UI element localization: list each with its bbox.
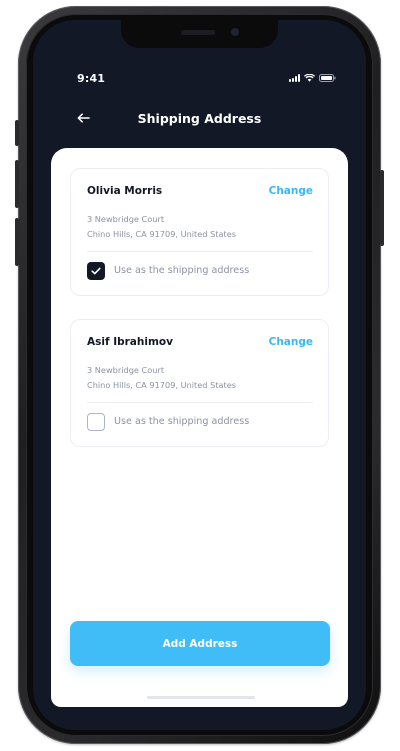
add-address-button[interactable]: Add Address xyxy=(70,621,330,666)
shipping-address-checkbox[interactable] xyxy=(87,413,105,431)
change-address-link[interactable]: Change xyxy=(269,185,313,197)
cellular-signal-icon xyxy=(289,74,300,82)
home-indicator xyxy=(147,696,255,699)
recipient-name: Asif Ibrahimov xyxy=(87,336,173,348)
status-time: 9:41 xyxy=(77,72,106,85)
checkmark-icon xyxy=(91,267,101,275)
checkbox-label: Use as the shipping address xyxy=(114,265,250,276)
change-address-link[interactable]: Change xyxy=(269,336,313,348)
notch xyxy=(121,20,278,48)
page-title: Shipping Address xyxy=(137,111,262,126)
recipient-name: Olivia Morris xyxy=(87,185,163,197)
address-card: Olivia Morris Change 3 Newbridge Court C… xyxy=(70,168,329,296)
card-divider xyxy=(87,402,313,403)
screen: 9:41 Shipping Address Olivia Morris Chan… xyxy=(33,20,366,730)
address-sheet: Olivia Morris Change 3 Newbridge Court C… xyxy=(51,148,348,707)
power-button xyxy=(380,170,384,246)
speaker-grille xyxy=(181,30,215,35)
card-divider xyxy=(87,251,313,252)
wifi-icon xyxy=(304,74,315,82)
volume-down-button xyxy=(15,218,19,266)
front-camera xyxy=(231,28,239,36)
address-line-2: Chino Hills, CA 91709, United States xyxy=(87,380,237,390)
stage: 9:41 Shipping Address Olivia Morris Chan… xyxy=(0,0,400,751)
battery-icon xyxy=(319,74,336,82)
status-icons xyxy=(289,74,336,82)
shipping-address-checkbox[interactable] xyxy=(87,262,105,280)
add-address-label: Add Address xyxy=(162,637,238,650)
address-line-2: Chino Hills, CA 91709, United States xyxy=(87,229,237,239)
address-line-1: 3 Newbridge Court xyxy=(87,365,165,375)
address-card: Asif Ibrahimov Change 3 Newbridge Court … xyxy=(70,319,329,447)
checkbox-label: Use as the shipping address xyxy=(114,416,250,427)
address-line-1: 3 Newbridge Court xyxy=(87,214,165,224)
silent-switch xyxy=(15,120,19,146)
volume-up-button xyxy=(15,160,19,208)
